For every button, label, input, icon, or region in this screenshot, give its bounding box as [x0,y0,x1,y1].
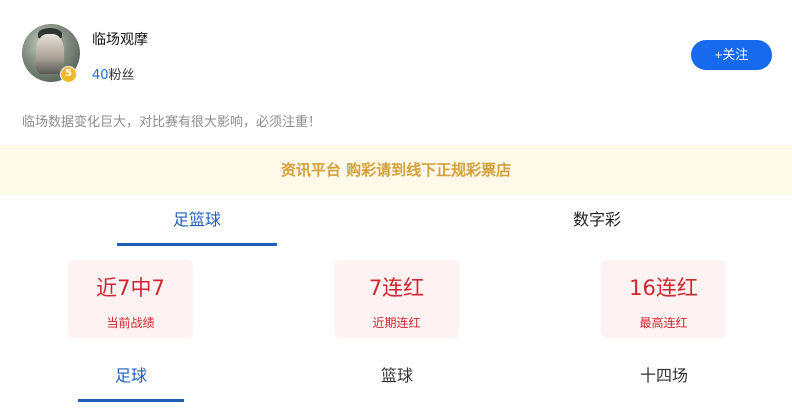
tab-label: 足篮球 [172,210,221,229]
subtab-active-indicator [78,399,184,402]
stats-row: 近7中7 当前战绩 7连红 近期连红 16连红 最高连红 [0,258,792,340]
level-badge: 5 [60,66,77,83]
fans-info: 40粉丝 [92,64,135,83]
sub-tabs: 足球 篮球 十四场 [0,356,792,404]
stat-card-current-record: 近7中7 当前战绩 [68,260,193,338]
tab-label: 数字彩 [572,210,621,229]
stat-card-best-streak: 16连红 最高连红 [601,260,726,338]
user-bio: 临场数据变化巨大，对比赛有很大影响，必须注重！ [22,115,322,130]
fans-label: 粉丝 [108,68,135,83]
profile-header: 5 临场观摩 40粉丝 +关注 [22,24,772,84]
subtab-fourteen-matches[interactable]: 十四场 [611,356,717,402]
follow-button[interactable]: +关注 [691,40,772,70]
main-tabs: 足篮球 数字彩 [0,200,792,248]
subtab-football[interactable]: 足球 [78,356,184,402]
user-name: 临场观摩 [92,32,148,48]
stat-label: 当前战绩 [106,316,155,330]
subtab-label: 篮球 [380,366,413,385]
subtab-label: 足球 [114,366,147,385]
notice-banner: 资讯平台 购彩请到线下正规彩票店 [0,145,792,195]
tab-active-indicator [117,243,277,246]
stat-value: 近7中7 [96,276,165,300]
subtab-label: 十四场 [639,366,688,385]
tab-digital-lottery[interactable]: 数字彩 [517,200,677,248]
stat-value: 7连红 [368,276,425,300]
stat-value: 16连红 [629,276,698,300]
subtab-basketball[interactable]: 篮球 [344,356,450,402]
stat-label: 近期连红 [372,316,421,330]
tab-football-basketball[interactable]: 足篮球 [117,200,277,248]
stat-label: 最高连红 [639,316,688,330]
avatar-figure-shape [36,34,64,74]
stat-card-recent-streak: 7连红 近期连红 [334,260,459,338]
fans-count: 40 [92,68,109,83]
